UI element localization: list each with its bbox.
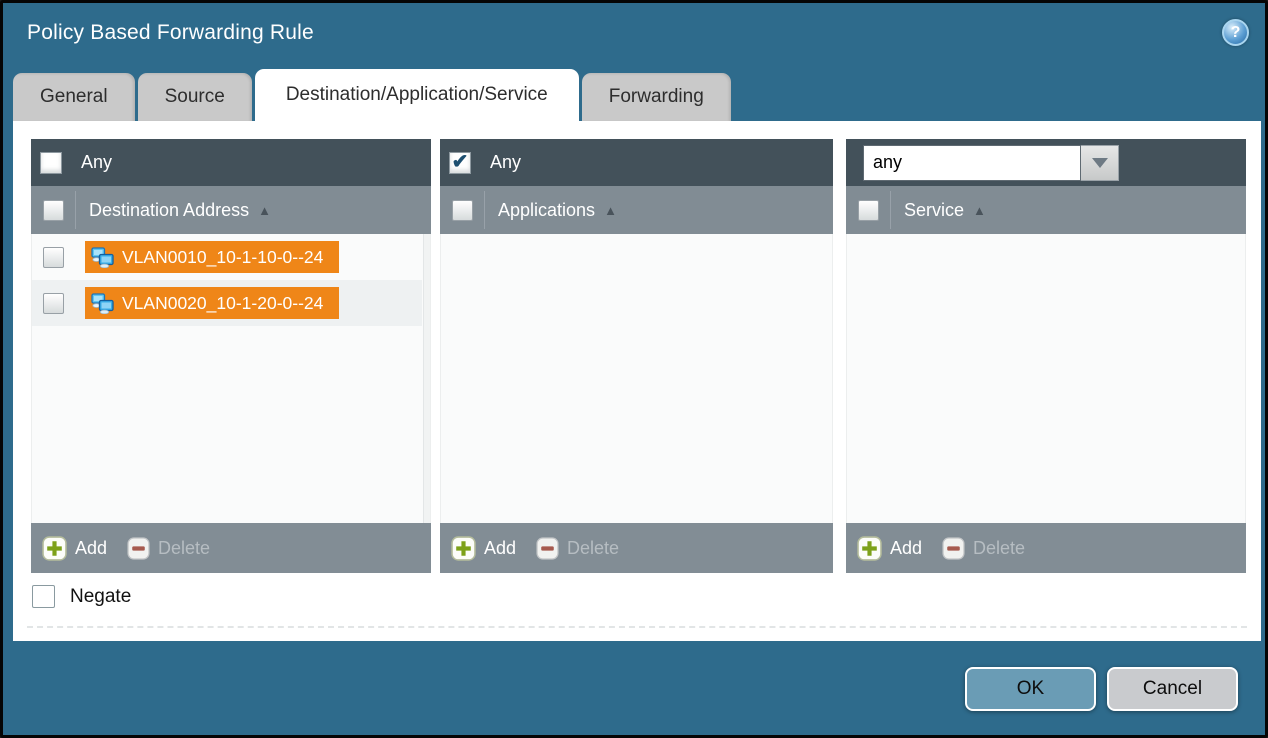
add-button[interactable]: Add [451, 536, 516, 561]
sort-ascending-icon: ▲ [258, 204, 271, 217]
table-row[interactable]: VLAN0020_10-1-20-0--24 [32, 280, 422, 326]
destination-header-label[interactable]: Destination Address ▲ [89, 200, 271, 221]
service-action-bar: Add Delete [846, 523, 1246, 573]
service-select-all-checkbox[interactable] [858, 200, 879, 221]
delete-button[interactable]: Delete [127, 537, 210, 560]
destination-any-checkbox[interactable] [40, 152, 62, 174]
service-column: any Service ▲ [846, 139, 1246, 573]
tab-forwarding[interactable]: Forwarding [582, 73, 731, 121]
help-icon[interactable]: ? [1222, 19, 1249, 46]
address-object-chip[interactable]: VLAN0010_10-1-10-0--24 [85, 241, 339, 273]
tab-bar: General Source Destination/Application/S… [13, 69, 734, 121]
plus-icon [42, 536, 67, 561]
service-dropdown-value[interactable]: any [863, 145, 1081, 181]
applications-list [440, 234, 833, 523]
negate-option: Negate [32, 585, 131, 608]
minus-icon [127, 537, 150, 560]
service-column-header: Service ▲ [846, 186, 1246, 234]
tab-destination-application-service[interactable]: Destination/Application/Service [255, 69, 579, 121]
destination-any-label: Any [81, 152, 112, 173]
delete-button[interactable]: Delete [942, 537, 1025, 560]
destination-column-header: Destination Address ▲ [31, 186, 431, 234]
applications-select-all-checkbox[interactable] [452, 200, 473, 221]
applications-any-bar: Any [440, 139, 833, 186]
address-object-chip[interactable]: VLAN0020_10-1-20-0--24 [85, 287, 339, 319]
service-list [846, 234, 1246, 523]
destination-address-list: VLAN0010_10-1-10-0--24 [31, 234, 431, 523]
applications-any-checkbox[interactable] [449, 152, 471, 174]
address-object-label: VLAN0020_10-1-20-0--24 [122, 293, 323, 314]
delete-button[interactable]: Delete [536, 537, 619, 560]
applications-header-label[interactable]: Applications ▲ [498, 200, 617, 221]
row-checkbox[interactable] [43, 293, 64, 314]
sort-ascending-icon: ▲ [973, 204, 986, 217]
add-button[interactable]: Add [857, 536, 922, 561]
address-object-label: VLAN0010_10-1-10-0--24 [122, 247, 323, 268]
policy-based-forwarding-dialog: Policy Based Forwarding Rule ? General S… [0, 0, 1268, 738]
cancel-button[interactable]: Cancel [1107, 667, 1238, 711]
dropdown-button[interactable] [1081, 145, 1119, 181]
destination-select-all-checkbox[interactable] [43, 200, 64, 221]
tab-source[interactable]: Source [138, 73, 252, 121]
destination-any-bar: Any [31, 139, 431, 186]
dialog-footer: OK Cancel [965, 667, 1238, 711]
network-address-icon [91, 293, 114, 314]
ok-button[interactable]: OK [965, 667, 1096, 711]
divider [75, 191, 76, 229]
tab-content-panel: Any Destination Address ▲ [13, 121, 1261, 641]
applications-any-label: Any [490, 152, 521, 173]
chevron-down-icon [1092, 158, 1108, 168]
service-header-label[interactable]: Service ▲ [904, 200, 986, 221]
negate-checkbox[interactable] [32, 585, 55, 608]
destination-address-column: Any Destination Address ▲ [31, 139, 431, 573]
row-checkbox[interactable] [43, 247, 64, 268]
tab-general[interactable]: General [13, 73, 135, 121]
sort-ascending-icon: ▲ [604, 204, 617, 217]
table-row[interactable]: VLAN0010_10-1-10-0--24 [32, 234, 422, 280]
network-address-icon [91, 247, 114, 268]
minus-icon [942, 537, 965, 560]
dialog-title: Policy Based Forwarding Rule [27, 21, 314, 45]
minus-icon [536, 537, 559, 560]
applications-column-header: Applications ▲ [440, 186, 833, 234]
plus-icon [451, 536, 476, 561]
plus-icon [857, 536, 882, 561]
service-dropdown: any [863, 145, 1119, 181]
add-button[interactable]: Add [42, 536, 107, 561]
negate-label: Negate [70, 586, 131, 608]
divider [484, 191, 485, 229]
scrollbar-track[interactable] [423, 234, 430, 523]
divider [890, 191, 891, 229]
applications-action-bar: Add Delete [440, 523, 833, 573]
service-dropdown-bar: any [846, 139, 1246, 186]
applications-column: Any Applications ▲ Add [440, 139, 833, 573]
destination-action-bar: Add Delete [31, 523, 431, 573]
